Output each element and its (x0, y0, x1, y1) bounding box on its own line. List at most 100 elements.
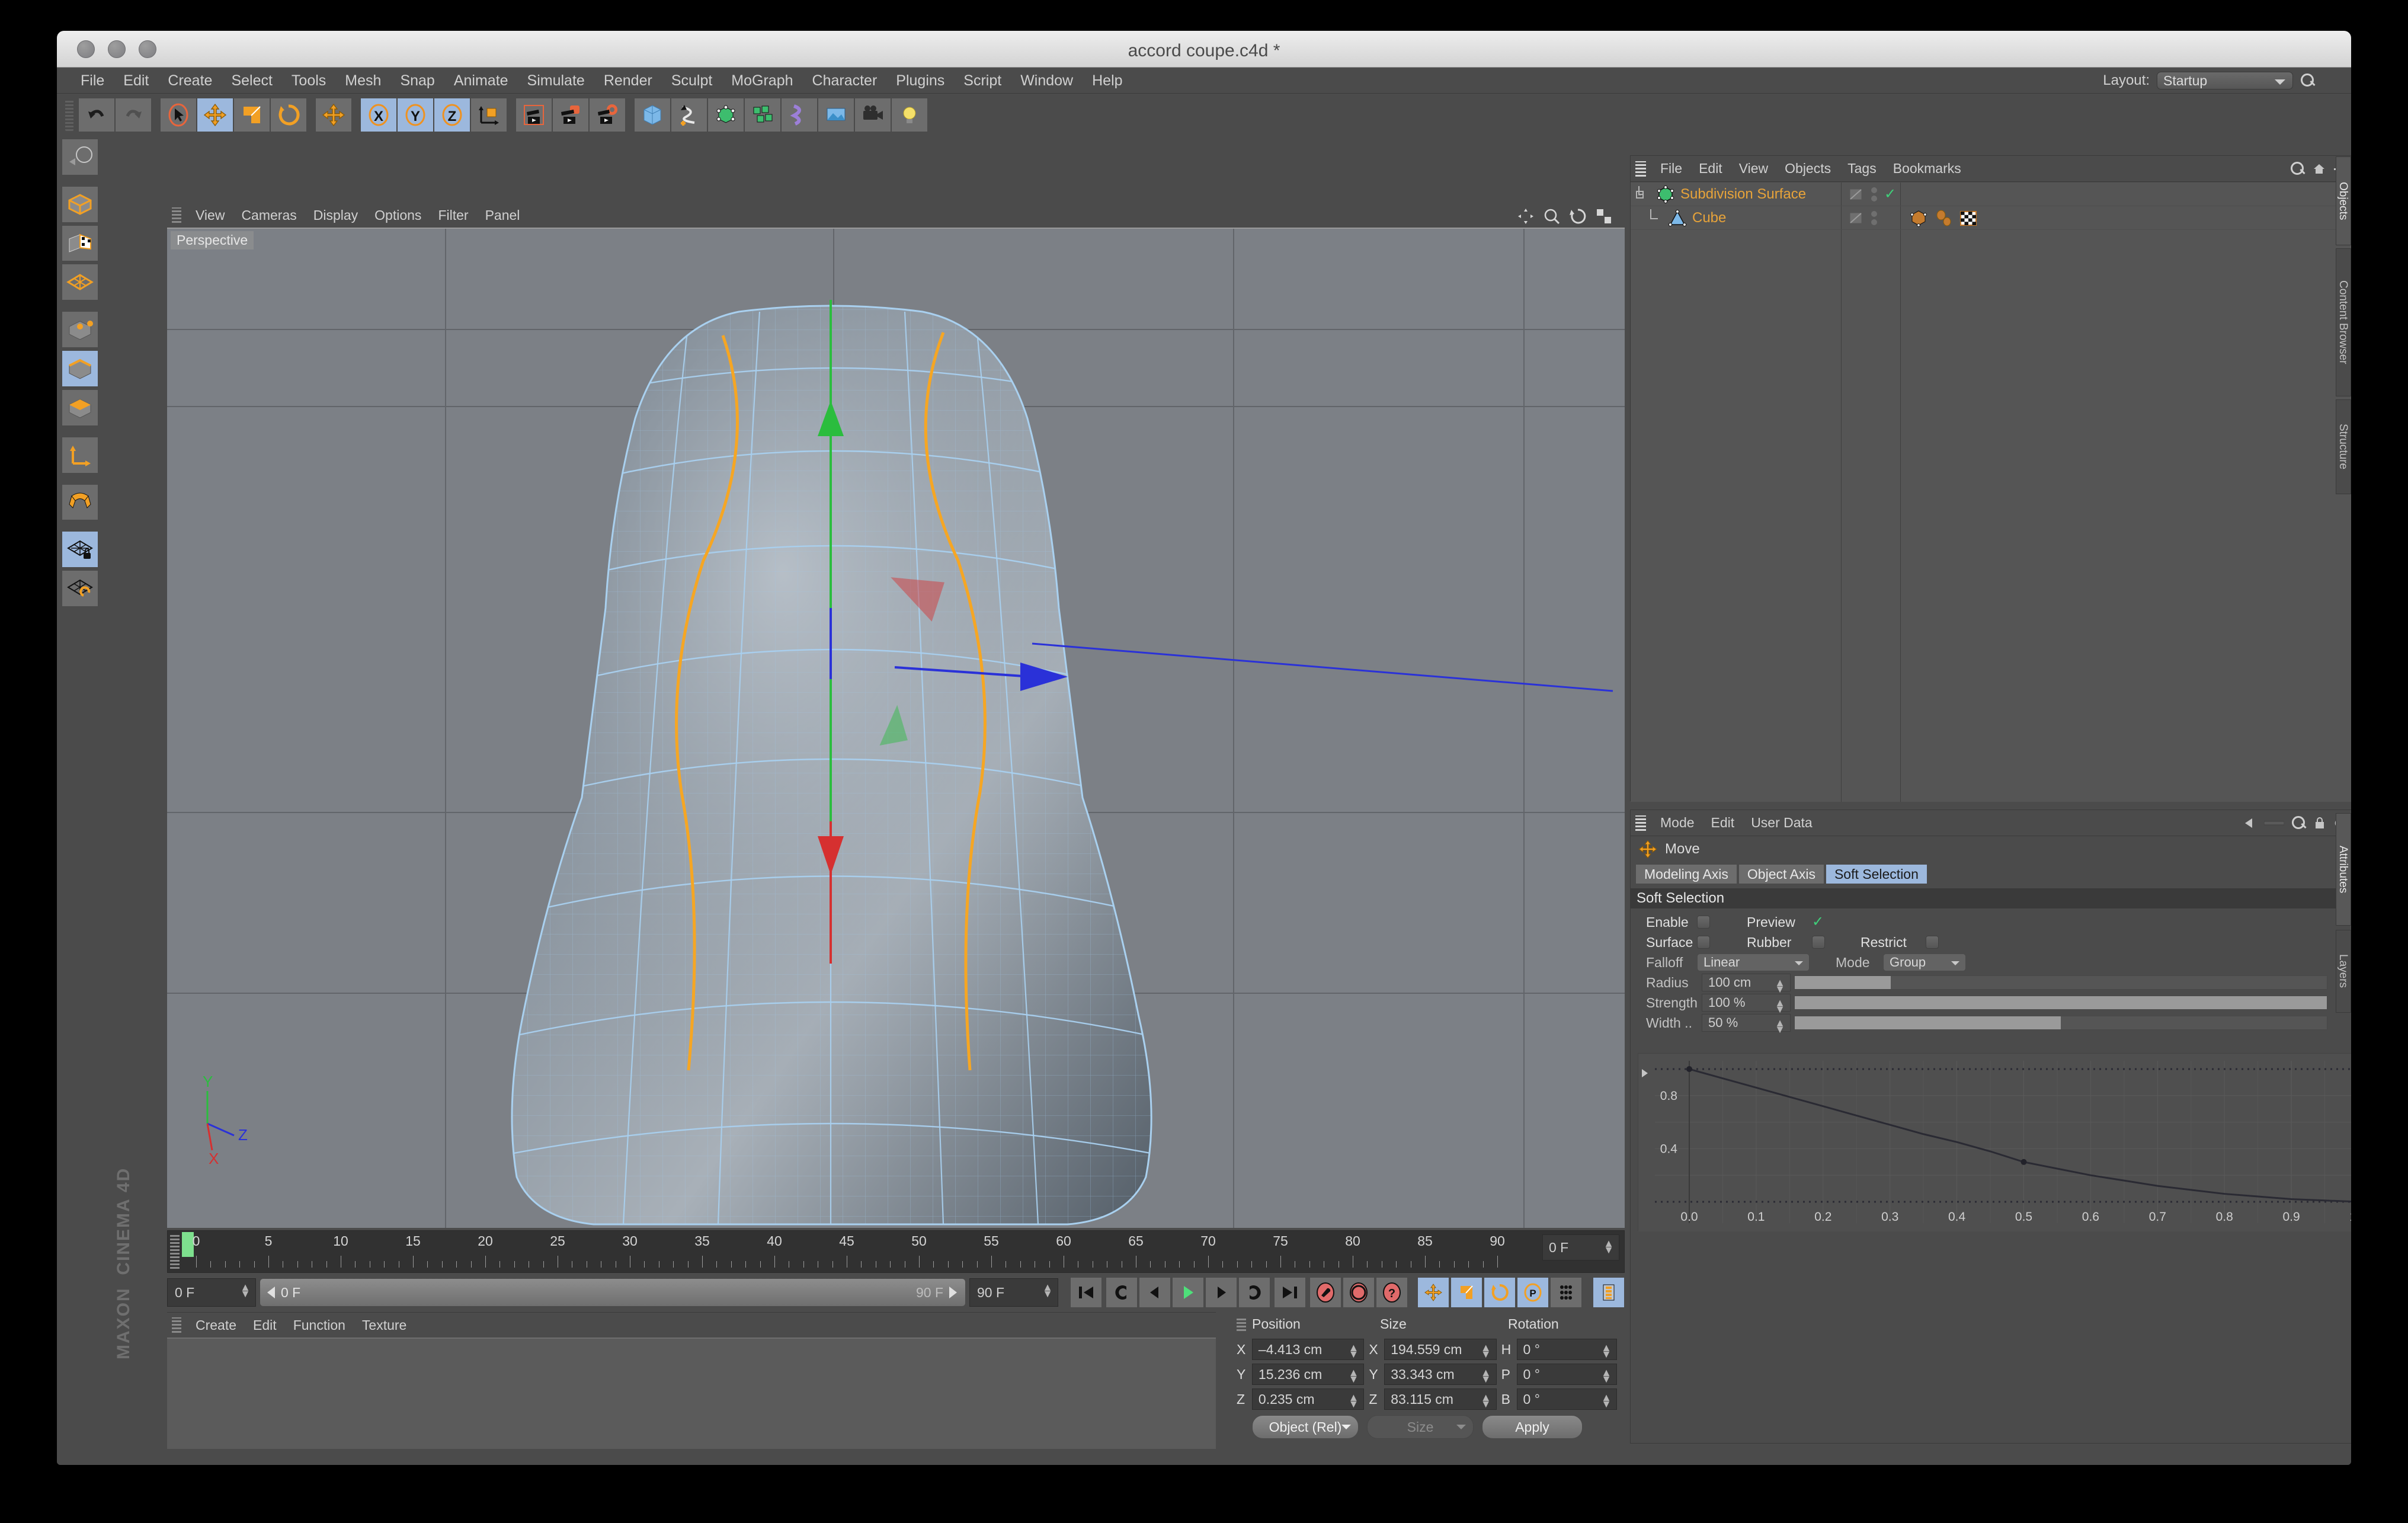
axis-mode-button[interactable] (62, 436, 98, 473)
menu-item-animate[interactable]: Animate (444, 68, 518, 94)
stepper-icon[interactable]: ▲ ▼ (1481, 1367, 1491, 1384)
material-menu-grip[interactable] (172, 1317, 181, 1333)
maximize-viewport-icon[interactable] (1595, 207, 1613, 225)
selection-tag-icon[interactable] (1934, 209, 1953, 228)
key-scale-button[interactable] (1450, 1277, 1482, 1308)
width-slider[interactable] (1794, 1016, 2327, 1030)
menu-item-script[interactable]: Script (954, 68, 1011, 94)
object-menu-file[interactable]: File (1652, 161, 1690, 177)
lock-y-axis-button[interactable]: Y (397, 98, 434, 132)
record-button[interactable] (1309, 1277, 1341, 1308)
zoom-icon[interactable] (1543, 207, 1561, 225)
timeline-end-field[interactable]: 0 F ▲ ▼ (1542, 1234, 1619, 1260)
falloff-dropdown[interactable]: Linear (1697, 954, 1810, 971)
menu-item-create[interactable]: Create (158, 68, 222, 94)
object-menu-tags[interactable]: Tags (1839, 161, 1885, 177)
attribute-menu-grip[interactable] (1635, 815, 1646, 831)
timeline-ruler[interactable]: 0 5 10 15 20 25 30 35 40 45 50 55 60 65 70 75 80 85 90 (182, 1231, 1538, 1270)
current-frame-input[interactable]: 0 F ▲ ▼ (167, 1278, 256, 1307)
autokey-button[interactable] (1343, 1277, 1375, 1308)
viewport-menu-options[interactable]: Options (366, 207, 430, 223)
render-toggle-icon[interactable] (1849, 210, 1864, 226)
enabled-check-icon[interactable]: ✓ (1884, 187, 1896, 201)
menu-item-plugins[interactable]: Plugins (886, 68, 954, 94)
material-manager-body[interactable] (167, 1338, 1216, 1449)
material-menu-edit[interactable]: Edit (245, 1317, 285, 1333)
rubber-checkbox[interactable] (1812, 936, 1825, 949)
play-reverse-button[interactable] (1106, 1277, 1138, 1308)
viewport-menu-cameras[interactable]: Cameras (233, 207, 305, 223)
tab-soft-selection[interactable]: Soft Selection (1825, 864, 1927, 884)
undo-view-button[interactable] (62, 139, 98, 175)
position-x-input[interactable]: –4.413 cm ▲ ▼ (1251, 1339, 1365, 1360)
stepper-icon[interactable]: ▲ ▼ (1601, 1392, 1612, 1409)
viewport-menu-display[interactable]: Display (305, 207, 366, 223)
menu-item-select[interactable]: Select (222, 68, 281, 94)
back-arrow-icon[interactable] (2242, 817, 2257, 830)
add-light-button[interactable] (891, 98, 928, 132)
curve-control-point[interactable] (2020, 1159, 2027, 1165)
open-timeline-button[interactable] (1593, 1277, 1625, 1308)
home-icon[interactable] (2313, 162, 2326, 175)
add-array-button[interactable] (744, 98, 781, 132)
attribute-menu-edit[interactable]: Edit (1703, 815, 1743, 831)
stepper-icon[interactable]: ▲ ▼ (1042, 1282, 1053, 1299)
lock-z-axis-button[interactable]: Z (434, 98, 470, 132)
dock-tab-objects[interactable]: Objects (2336, 156, 2351, 245)
object-tree[interactable]: Subdivision Surface ✓ Cube (1631, 183, 2351, 802)
render-toggle-icon[interactable] (1849, 187, 1864, 202)
render-settings-button[interactable] (589, 98, 626, 132)
viewport-menu-panel[interactable]: Panel (477, 207, 529, 223)
position-y-input[interactable]: 15.236 cm ▲ ▼ (1251, 1364, 1365, 1385)
object-menu-edit[interactable]: Edit (1690, 161, 1731, 177)
strength-input[interactable]: 100 % ▲ ▼ (1702, 994, 1791, 1015)
expand-collapse-icon[interactable] (1635, 184, 1655, 204)
strength-slider[interactable] (1794, 996, 2327, 1010)
go-to-end-button[interactable] (1274, 1277, 1306, 1308)
menu-item-sculpt[interactable]: Sculpt (662, 68, 722, 94)
max-frame-input[interactable]: 90 F ▲ ▼ (969, 1278, 1058, 1307)
material-menu-texture[interactable]: Texture (354, 1317, 415, 1333)
add-camera-button[interactable] (854, 98, 891, 132)
attribute-menu-mode[interactable]: Mode (1652, 815, 1703, 831)
live-selection-tool-button[interactable] (160, 98, 197, 132)
dock-tab-attributes[interactable]: Attributes (2336, 813, 2351, 926)
attribute-menu-user-data[interactable]: User Data (1743, 815, 1821, 831)
width-input[interactable]: 50 % ▲ ▼ (1702, 1014, 1791, 1035)
search-icon[interactable] (2300, 73, 2316, 88)
falloff-curve-editor[interactable]: 0.0 0.1 0.2 0.3 0.4 0.5 0.6 0.7 0.8 0.9 1.0 0.4 0.8 (1638, 1053, 2351, 1231)
visibility-dots[interactable] (1871, 187, 1877, 201)
curve-control-point[interactable] (1686, 1066, 1692, 1072)
render-to-picture-viewer-button[interactable] (552, 98, 589, 132)
step-forward-button[interactable] (1205, 1277, 1237, 1308)
search-icon[interactable] (2291, 815, 2307, 831)
stepper-icon[interactable]: ▲ ▼ (1601, 1342, 1612, 1359)
object-menu-bookmarks[interactable]: Bookmarks (1885, 161, 1970, 177)
polygons-mode-button[interactable] (62, 389, 98, 426)
move-tool-button[interactable] (197, 98, 233, 132)
add-deformer-button[interactable] (781, 98, 818, 132)
menu-item-file[interactable]: File (71, 68, 114, 94)
texture-axis-mode-button[interactable] (62, 264, 98, 301)
stepper-icon[interactable]: ▲ ▼ (1603, 1238, 1614, 1255)
add-nurbs-button[interactable] (707, 98, 744, 132)
dock-tab-content-browser[interactable]: Content Browser (2336, 248, 2351, 396)
coordinate-system-button[interactable] (470, 98, 507, 132)
surface-checkbox[interactable] (1697, 936, 1710, 949)
lock-icon[interactable] (2314, 817, 2326, 830)
scale-tool-button[interactable] (233, 98, 270, 132)
size-z-input[interactable]: 83.115 cm ▲ ▼ (1384, 1388, 1497, 1410)
coordinate-mode-dropdown[interactable]: Object (Rel) (1252, 1415, 1359, 1439)
move-global-button[interactable] (315, 98, 352, 132)
rotate-icon[interactable] (1569, 207, 1587, 225)
stepper-icon[interactable]: ▲ ▼ (1601, 1367, 1612, 1384)
visibility-dots[interactable] (1871, 210, 1877, 225)
phong-tag-icon[interactable] (1909, 209, 1928, 228)
object-menu-view[interactable]: View (1731, 161, 1776, 177)
key-points-button[interactable] (1550, 1277, 1582, 1308)
history-slider-icon[interactable] (2264, 818, 2284, 828)
restrict-checkbox[interactable] (1926, 936, 1939, 949)
apply-button[interactable]: Apply (1482, 1415, 1583, 1439)
stepper-icon[interactable]: ▲ ▼ (1348, 1342, 1359, 1359)
step-back-button[interactable] (1139, 1277, 1171, 1308)
